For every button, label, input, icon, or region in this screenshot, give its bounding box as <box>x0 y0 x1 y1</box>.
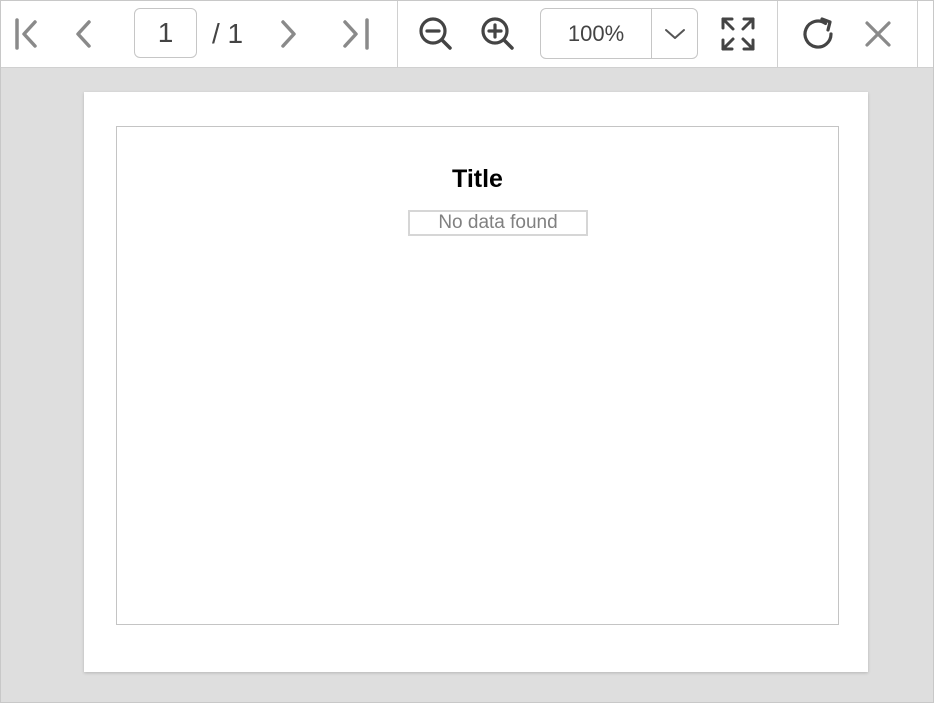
report-body: Title No data found <box>116 126 839 625</box>
refresh-icon <box>803 17 833 49</box>
toolbar-separator <box>917 1 918 68</box>
report-title: Title <box>452 165 503 193</box>
toolbar-separator <box>397 1 398 68</box>
last-page-button[interactable] <box>333 9 377 59</box>
chevron-down-icon <box>664 28 685 39</box>
zoom-value: 100% <box>567 21 625 46</box>
toolbar-separator <box>777 1 778 68</box>
report-viewer: / 1 <box>0 0 934 703</box>
zoom-dropdown-toggle[interactable] <box>652 9 697 58</box>
no-data-message: No data found <box>408 210 588 236</box>
page-number-input[interactable] <box>134 8 197 58</box>
first-page-button[interactable] <box>3 9 47 59</box>
refresh-button[interactable] <box>797 9 841 59</box>
zoom-out-button[interactable] <box>414 9 458 59</box>
zoom-out-icon <box>419 17 452 50</box>
close-icon <box>865 21 891 47</box>
last-page-icon <box>343 18 369 50</box>
zoom-in-icon <box>481 17 514 50</box>
previous-page-button[interactable] <box>61 9 105 59</box>
zoom-dropdown[interactable]: 100% <box>540 8 698 59</box>
zoom-in-button[interactable] <box>476 9 520 59</box>
viewer-toolbar: / 1 <box>1 1 933 68</box>
page-total-label: / 1 <box>212 18 244 49</box>
close-button[interactable] <box>856 9 900 59</box>
first-page-icon <box>15 18 37 50</box>
fit-page-button[interactable] <box>716 9 760 59</box>
next-page-button[interactable] <box>267 9 311 59</box>
chevron-right-icon <box>281 20 296 48</box>
expand-icon <box>721 17 755 51</box>
report-page: Title No data found <box>84 92 868 672</box>
chevron-left-icon <box>76 20 91 48</box>
